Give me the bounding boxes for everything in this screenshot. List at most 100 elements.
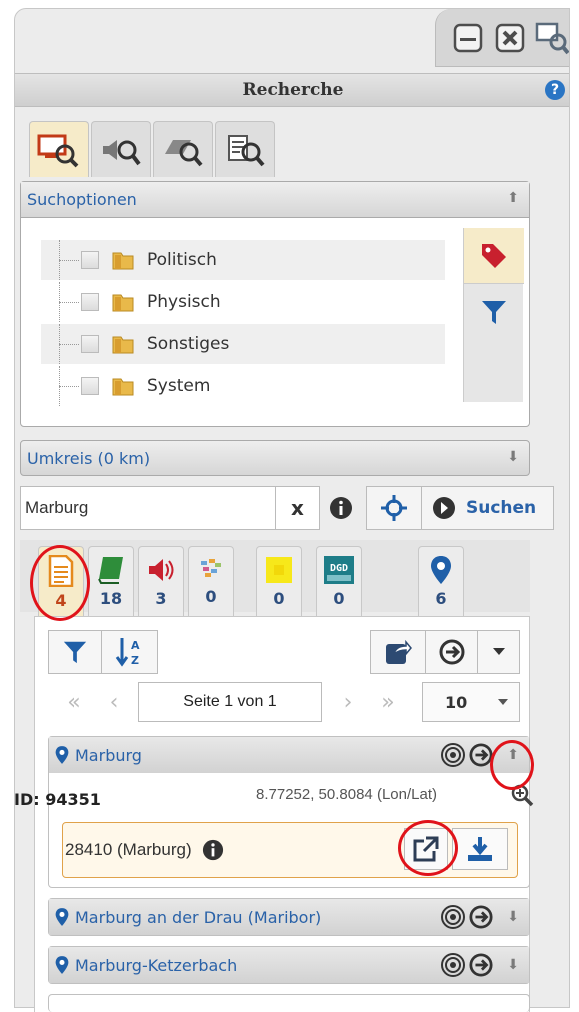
image-tiles-icon bbox=[201, 559, 221, 577]
tree-connector bbox=[41, 240, 81, 280]
tree-item-system[interactable]: System bbox=[41, 366, 445, 406]
search-button-label: Suchen bbox=[466, 498, 537, 518]
checkbox[interactable] bbox=[81, 293, 99, 311]
result-item-header[interactable]: Marburg-Ketzerbach ⬇︎ bbox=[49, 947, 529, 983]
locate-button[interactable] bbox=[366, 486, 422, 530]
arrow-right-circle-icon[interactable] bbox=[469, 953, 493, 977]
help-icon[interactable]: ? bbox=[545, 80, 565, 100]
window-controls bbox=[435, 9, 569, 67]
info-button[interactable] bbox=[320, 486, 362, 530]
target-icon[interactable] bbox=[441, 743, 466, 767]
search-options-header[interactable]: Suchoptionen ⬆︎ bbox=[21, 182, 529, 218]
clear-search-button[interactable]: x bbox=[276, 486, 320, 530]
search-input[interactable] bbox=[20, 486, 276, 530]
result-title: Marburg bbox=[75, 745, 142, 765]
search-mode-tabs bbox=[29, 121, 275, 177]
radius-section-header[interactable]: Umkreis (0 km) ⬇︎ bbox=[20, 440, 530, 476]
dgd-badge-text: DGD bbox=[330, 563, 348, 574]
expand-icon[interactable]: ⬇︎ bbox=[507, 909, 519, 925]
location-pin-icon bbox=[431, 556, 451, 584]
crosshair-icon bbox=[381, 495, 407, 521]
yellow-square-icon bbox=[266, 557, 292, 583]
result-count: 18 bbox=[99, 589, 123, 608]
next-page-button[interactable]: › bbox=[330, 682, 366, 722]
result-tab-audio[interactable]: 3 bbox=[138, 546, 184, 616]
folder-icon bbox=[112, 378, 134, 396]
export-button[interactable] bbox=[370, 630, 426, 674]
checkbox[interactable] bbox=[81, 377, 99, 395]
filter-icon bbox=[482, 301, 506, 324]
tree-item-sonstiges[interactable]: Sonstiges bbox=[41, 324, 445, 364]
svg-text:Z: Z bbox=[131, 654, 139, 667]
result-title: Marburg-Ketzerbach bbox=[75, 955, 238, 975]
target-icon[interactable] bbox=[441, 905, 466, 929]
sub-item-label: 28410 (Marburg) bbox=[65, 840, 192, 859]
tree-item-physisch[interactable]: Physisch bbox=[41, 282, 445, 322]
result-title: Marburg an der Drau (Maribor) bbox=[75, 907, 322, 927]
tree-connector bbox=[41, 324, 81, 364]
minimize-icon[interactable] bbox=[450, 20, 486, 56]
last-page-button[interactable]: » bbox=[370, 682, 406, 722]
highlight-circle bbox=[490, 740, 534, 790]
result-tab-books[interactable]: 18 bbox=[88, 546, 134, 616]
download-icon bbox=[468, 837, 492, 861]
result-tab-images[interactable]: 0 bbox=[188, 546, 234, 616]
highlight-circle bbox=[30, 545, 90, 621]
search-button[interactable]: Suchen bbox=[422, 486, 554, 530]
result-item-header[interactable]: Marburg an der Drau (Maribor) ⬇︎ bbox=[49, 899, 529, 935]
page-size-select[interactable]: 10 bbox=[422, 682, 520, 722]
folder-icon bbox=[112, 336, 134, 354]
expand-icon[interactable]: ⬇︎ bbox=[507, 449, 519, 465]
filter-button[interactable] bbox=[464, 284, 524, 340]
tab-document-search[interactable] bbox=[215, 121, 275, 177]
map-stack-search-icon bbox=[165, 139, 203, 166]
tab-audio-search[interactable] bbox=[91, 121, 151, 177]
speaker-icon bbox=[149, 559, 174, 581]
collapse-icon[interactable]: ⬆︎ bbox=[507, 190, 519, 206]
info-icon[interactable] bbox=[202, 839, 224, 861]
arrow-circle-icon bbox=[433, 497, 455, 519]
checkbox[interactable] bbox=[81, 251, 99, 269]
tree-item-politisch[interactable]: Politisch bbox=[41, 240, 445, 280]
tree-connector bbox=[41, 282, 81, 322]
sort-az-button[interactable]: AZ bbox=[102, 630, 158, 674]
tag-button[interactable] bbox=[464, 228, 524, 284]
tree-item-label: Sonstiges bbox=[147, 334, 230, 354]
share-export-icon bbox=[386, 639, 412, 664]
search-options-section: Suchoptionen ⬆︎ Politisch Physisch Sonst… bbox=[20, 181, 530, 427]
checkbox[interactable] bbox=[81, 335, 99, 353]
arrow-right-circle-icon[interactable] bbox=[469, 905, 493, 929]
tab-map-search[interactable] bbox=[29, 121, 89, 177]
search-bar: x Suchen bbox=[20, 486, 554, 530]
more-options-dropdown[interactable] bbox=[478, 630, 520, 674]
result-coordinates: 8.77252, 50.8084 (Lon/Lat) bbox=[256, 786, 437, 803]
result-count: 0 bbox=[333, 589, 345, 608]
result-item-partial bbox=[48, 994, 530, 1012]
dgd-icon: DGD bbox=[324, 556, 354, 584]
first-page-button[interactable]: « bbox=[56, 682, 92, 722]
result-tab-places[interactable]: 6 bbox=[418, 546, 464, 616]
prev-page-button[interactable]: ‹ bbox=[96, 682, 132, 722]
result-count: 6 bbox=[435, 589, 447, 608]
folder-icon bbox=[112, 294, 134, 312]
location-pin-icon bbox=[55, 908, 69, 926]
result-item: Marburg-Ketzerbach ⬇︎ bbox=[48, 946, 530, 984]
goto-button[interactable] bbox=[426, 630, 478, 674]
result-tab-yellow[interactable]: 0 bbox=[256, 546, 302, 616]
target-icon[interactable] bbox=[441, 953, 466, 977]
tab-map-stack-search[interactable] bbox=[153, 121, 213, 177]
result-actions: ⬇︎ bbox=[441, 905, 519, 929]
expand-icon[interactable]: ⬇︎ bbox=[507, 957, 519, 973]
chevron-down-icon bbox=[492, 648, 505, 655]
page-size-value: 10 bbox=[445, 692, 468, 712]
filter-results-button[interactable] bbox=[48, 630, 102, 674]
result-item-header[interactable]: Marburg ⬆︎ bbox=[49, 737, 529, 773]
close-icon[interactable] bbox=[492, 20, 528, 56]
result-tab-dgd[interactable]: DGD 0 bbox=[316, 546, 362, 616]
tag-icon bbox=[482, 243, 506, 268]
download-button[interactable] bbox=[452, 828, 508, 870]
audio-search-icon bbox=[103, 139, 141, 165]
search-window-icon[interactable] bbox=[534, 20, 569, 56]
location-pin-icon bbox=[55, 956, 69, 974]
page-indicator: Seite 1 von 1 bbox=[138, 682, 322, 722]
